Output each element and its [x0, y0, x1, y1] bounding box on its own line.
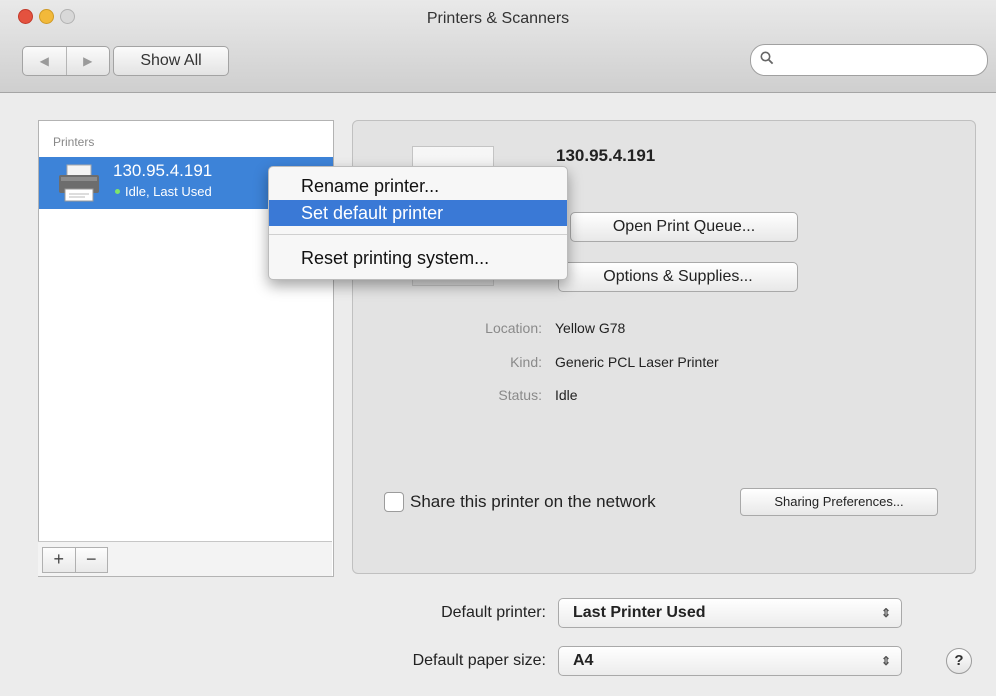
printer-detail-name: 130.95.4.191	[556, 146, 656, 165]
back-forward-control: ◀ ▶	[22, 46, 110, 76]
menu-item-label: Set default printer	[301, 203, 444, 223]
stepper-arrows-icon: ⇕	[880, 606, 891, 620]
help-button[interactable]: ?	[946, 648, 972, 674]
default-printer-select[interactable]: Last Printer Used ⇕	[558, 598, 902, 628]
share-printer-checkbox[interactable]	[384, 492, 404, 512]
menu-item-rename-printer[interactable]: Rename printer...	[269, 173, 567, 199]
back-button[interactable]: ◀	[23, 47, 67, 75]
back-arrow-icon: ◀	[39, 54, 49, 68]
default-printer-value: Last Printer Used	[573, 604, 706, 621]
location-label: Location:	[485, 320, 542, 336]
paper-size-label: Default paper size:	[412, 652, 546, 669]
status-dot-icon	[115, 189, 120, 194]
printer-icon	[57, 163, 101, 203]
printer-list-footer: + −	[38, 541, 332, 576]
add-remove-control: + −	[42, 547, 108, 573]
menu-item-label: Rename printer...	[301, 176, 440, 196]
share-printer-label[interactable]: Share this printer on the network	[410, 492, 656, 512]
location-value: Yellow G78	[555, 320, 626, 336]
printer-status: Idle, Last Used	[125, 184, 212, 199]
paper-size-select[interactable]: A4 ⇕	[558, 646, 902, 676]
status-value: Idle	[555, 387, 578, 403]
show-all-button[interactable]: Show All	[113, 46, 229, 76]
window-title: Printers & Scanners	[426, 10, 570, 27]
menu-item-label: Reset printing system...	[301, 248, 490, 268]
search-field[interactable]	[750, 44, 988, 76]
kind-label: Kind:	[510, 354, 542, 370]
search-icon	[760, 51, 774, 68]
forward-arrow-icon: ▶	[83, 54, 93, 68]
menu-item-reset-printing-system[interactable]: Reset printing system...	[269, 245, 567, 271]
menu-item-set-default-printer[interactable]: Set default printer	[269, 200, 567, 226]
search-input[interactable]	[779, 49, 973, 71]
open-print-queue-button[interactable]: Open Print Queue...	[570, 212, 798, 242]
options-supplies-button[interactable]: Options & Supplies...	[558, 262, 798, 292]
printers-header: Printers	[53, 135, 95, 149]
forward-button[interactable]: ▶	[67, 47, 110, 75]
printer-context-menu: Rename printer... Set default printer Re…	[268, 166, 568, 280]
menu-separator	[269, 234, 567, 235]
sharing-preferences-button[interactable]: Sharing Preferences...	[740, 488, 938, 516]
default-printer-label: Default printer:	[441, 604, 546, 621]
printer-name: 130.95.4.191	[113, 161, 213, 180]
status-label: Status:	[498, 387, 542, 403]
add-printer-button[interactable]: +	[43, 548, 76, 572]
paper-size-value: A4	[573, 652, 594, 669]
remove-printer-button[interactable]: −	[76, 548, 108, 572]
stepper-arrows-icon: ⇕	[880, 654, 891, 668]
kind-value: Generic PCL Laser Printer	[555, 354, 719, 370]
